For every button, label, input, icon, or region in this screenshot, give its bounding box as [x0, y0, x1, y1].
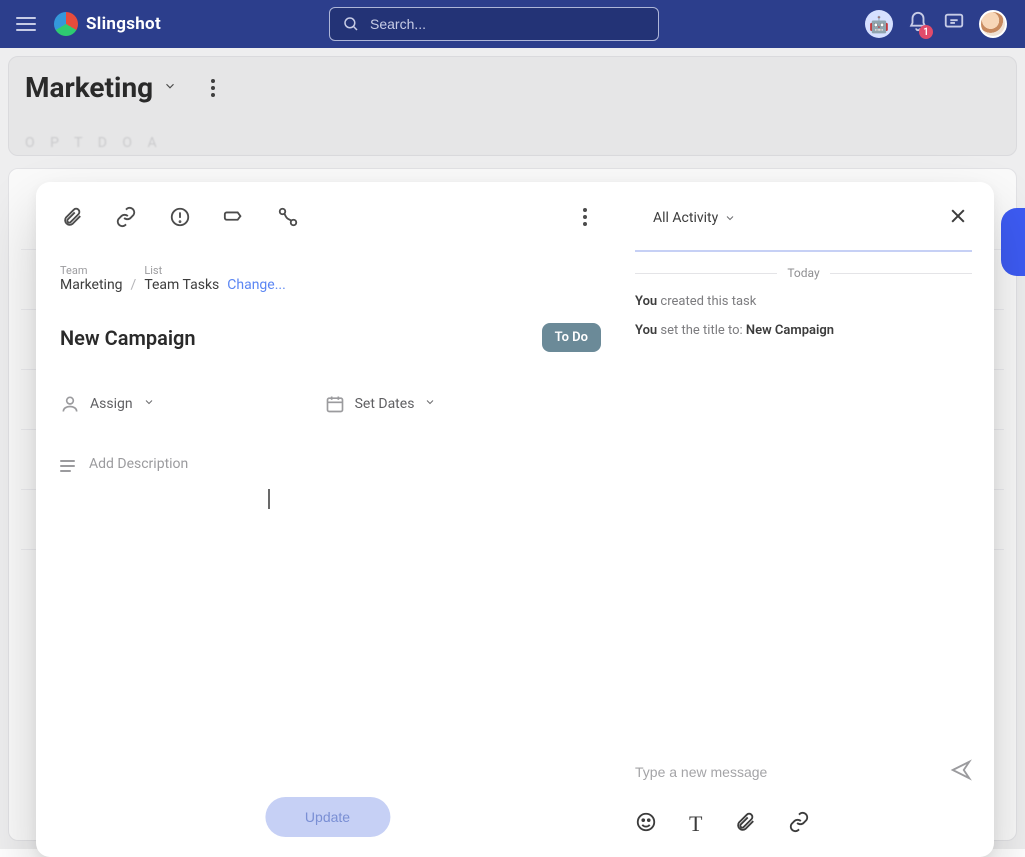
dependencies-icon [277, 206, 299, 228]
task-modal: Team Marketing / List Team Tasks Change.… [36, 182, 994, 857]
format-button[interactable]: T [689, 811, 702, 837]
activity-item: You created this task [635, 294, 972, 309]
close-icon [948, 206, 968, 226]
link-icon [115, 206, 137, 228]
search-input[interactable] [370, 16, 646, 32]
chevron-down-icon [424, 396, 436, 412]
attachment-button[interactable] [60, 205, 84, 229]
compose-attach-button[interactable] [734, 811, 756, 837]
link-button[interactable] [114, 205, 138, 229]
crumb-list[interactable]: Team Tasks [144, 277, 219, 293]
dates-label: Set Dates [355, 396, 415, 412]
priority-button[interactable] [168, 205, 192, 229]
user-avatar[interactable] [979, 10, 1007, 38]
update-button[interactable]: Update [265, 797, 390, 837]
close-button[interactable] [944, 202, 972, 234]
task-toolbar [60, 204, 601, 230]
compose-link-button[interactable] [788, 811, 810, 837]
description-field[interactable]: Add Description [60, 456, 601, 716]
search-icon [342, 15, 360, 33]
page-title: Marketing [25, 71, 153, 104]
chat-icon [943, 11, 965, 33]
page-header: Marketing O P T D O A [8, 56, 1017, 156]
emoji-icon [635, 811, 657, 833]
background-tabs: O P T D O A [25, 135, 163, 151]
text-cursor [268, 489, 270, 509]
background-accent [1001, 208, 1025, 276]
composer-toolbar: T [635, 811, 972, 837]
activity-filter-label: All Activity [653, 210, 718, 226]
activity-filter[interactable]: All Activity [653, 209, 736, 228]
tags-icon [223, 206, 245, 228]
date-divider-label: Today [787, 266, 819, 280]
description-icon [60, 460, 75, 472]
send-icon [950, 759, 972, 781]
description-placeholder[interactable]: Add Description [89, 456, 601, 716]
chevron-down-icon [724, 209, 736, 228]
person-icon [60, 394, 80, 414]
workspace-picker[interactable] [163, 78, 177, 97]
task-details-pane: Team Marketing / List Team Tasks Change.… [36, 182, 619, 857]
dependencies-button[interactable] [276, 205, 300, 229]
assign-label: Assign [90, 396, 133, 412]
menu-button[interactable] [10, 8, 42, 40]
set-dates-button[interactable]: Set Dates [325, 394, 437, 414]
link-icon [788, 811, 810, 833]
assistant-avatar[interactable]: 🤖 [865, 10, 893, 38]
paperclip-icon [734, 811, 756, 833]
activity-item: You set the title to: New Campaign [635, 323, 972, 338]
activity-pane: All Activity Today You created this task… [619, 182, 994, 857]
alert-circle-icon [169, 206, 191, 228]
paperclip-icon [61, 206, 83, 228]
crumb-team-label: Team [60, 264, 123, 277]
crumb-change[interactable]: Change... [227, 277, 286, 293]
brand[interactable]: Slingshot [54, 12, 161, 36]
status-badge[interactable]: To Do [542, 323, 601, 352]
emoji-button[interactable] [635, 811, 657, 837]
crumb-team[interactable]: Marketing [60, 277, 123, 293]
calendar-icon [325, 394, 345, 414]
send-button[interactable] [950, 759, 972, 785]
task-more-button[interactable] [579, 204, 591, 230]
chat-button[interactable] [943, 11, 965, 37]
top-nav: Slingshot 🤖 1 [0, 0, 1025, 48]
workspace: Marketing O P T D O A Team [0, 48, 1025, 849]
crumb-list-label: List [144, 264, 219, 277]
task-title[interactable]: New Campaign [60, 326, 196, 350]
assign-button[interactable]: Assign [60, 394, 155, 414]
tags-button[interactable] [222, 205, 246, 229]
global-search[interactable] [329, 7, 659, 41]
notifications-button[interactable]: 1 [907, 11, 929, 37]
brand-logo-icon [54, 12, 78, 36]
breadcrumb: Team Marketing / List Team Tasks Change.… [60, 264, 601, 293]
notification-badge: 1 [919, 25, 933, 39]
message-composer: T [635, 759, 972, 837]
brand-name: Slingshot [86, 14, 161, 34]
date-divider: Today [635, 266, 972, 280]
chevron-down-icon [143, 396, 155, 412]
text-format-icon: T [689, 811, 702, 836]
message-input[interactable] [635, 764, 940, 780]
page-more-button[interactable] [207, 75, 219, 101]
